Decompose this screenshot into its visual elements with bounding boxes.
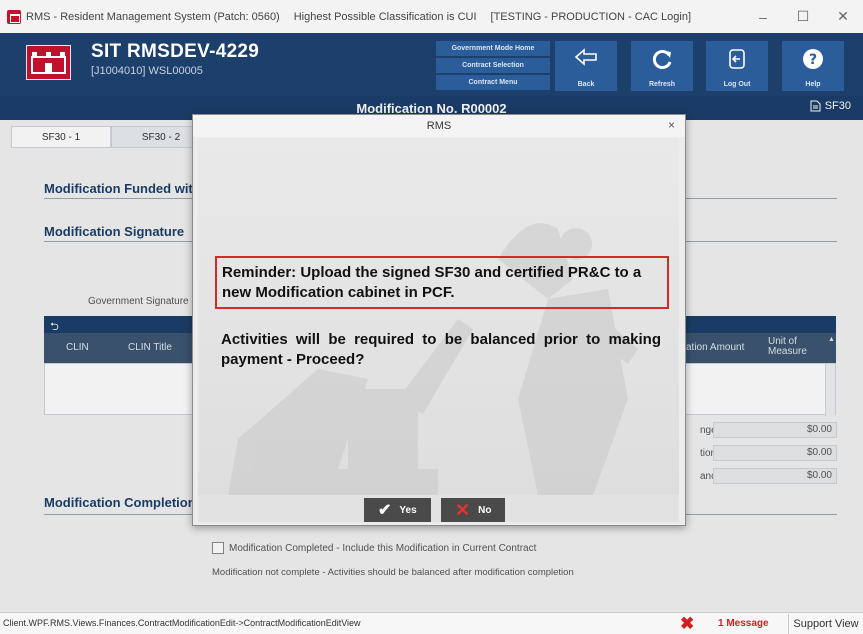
logout-label: Log Out [723,81,751,88]
construction-background-image [228,223,638,495]
logout-icon [729,49,745,69]
castle-logo-icon [26,45,71,80]
dialog-footer: ✔ Yes ✕ No [198,495,679,522]
status-bar: Client.WPF.RMS.Views.Finances.ContractMo… [0,612,863,634]
dialog-close-button[interactable]: × [668,118,675,132]
no-button[interactable]: ✕ No [441,498,506,522]
close-window-button[interactable]: ✕ [823,0,863,33]
window-title: RMS - Resident Management System (Patch:… [26,10,280,23]
view-path: Client.WPF.RMS.Views.Finances.ContractMo… [3,618,361,628]
error-icon: ✖ [680,614,695,633]
dialog-body: Reminder: Upload the signed SF30 and cer… [198,139,679,495]
back-arrow-icon [574,48,597,66]
refresh-button[interactable]: Refresh [631,41,693,91]
yes-button[interactable]: ✔ Yes [364,498,431,522]
svg-text:?: ? [809,52,817,68]
support-view-button[interactable]: Support View [788,614,863,634]
back-button[interactable]: Back [555,41,617,91]
contract-selection-button[interactable]: Contract Selection [436,58,550,73]
app-header: SIT RMSDEV-4229 [J1004010] WSL00005 Gove… [0,33,863,96]
gov-mode-home-button[interactable]: Government Mode Home [436,41,550,56]
environment-label: [TESTING - PRODUCTION - CAC Login] [490,10,692,23]
close-x-icon: ✕ [455,499,471,520]
refresh-label: Refresh [648,81,676,88]
system-name: SIT RMSDEV-4229 [91,41,260,62]
classification-label: Highest Possible Classification is CUI [293,10,477,23]
back-label: Back [577,81,595,88]
logout-button[interactable]: Log Out [706,41,768,91]
app-logo-icon [7,9,21,24]
window-titlebar: RMS - Resident Management System (Patch:… [0,0,863,33]
maximize-button[interactable]: ☐ [783,0,823,33]
help-label: Help [805,81,821,88]
yes-label: Yes [399,504,417,516]
confirm-dialog: RMS × Reminder: Upload the signed SF30 a… [192,114,686,526]
dialog-titlebar: RMS × [193,115,685,137]
system-subtitle: [J1004010] WSL00005 [91,65,203,77]
minimize-button[interactable]: – [743,0,783,33]
refresh-icon [652,50,672,69]
messages-link[interactable]: 1 Message [718,618,769,629]
dialog-title: RMS [426,120,452,132]
contract-menu-button[interactable]: Contract Menu [436,75,550,90]
no-label: No [478,504,492,516]
gov-menu: Government Mode Home Contract Selection … [436,41,550,91]
help-button[interactable]: ? Help [782,41,844,91]
help-icon: ? [803,49,823,69]
reminder-message: Reminder: Upload the signed SF30 and cer… [215,256,669,309]
proceed-question: Activities will be required to be balanc… [221,331,661,368]
checkmark-icon: ✔ [378,502,392,519]
window-controls: – ☐ ✕ [743,0,863,33]
